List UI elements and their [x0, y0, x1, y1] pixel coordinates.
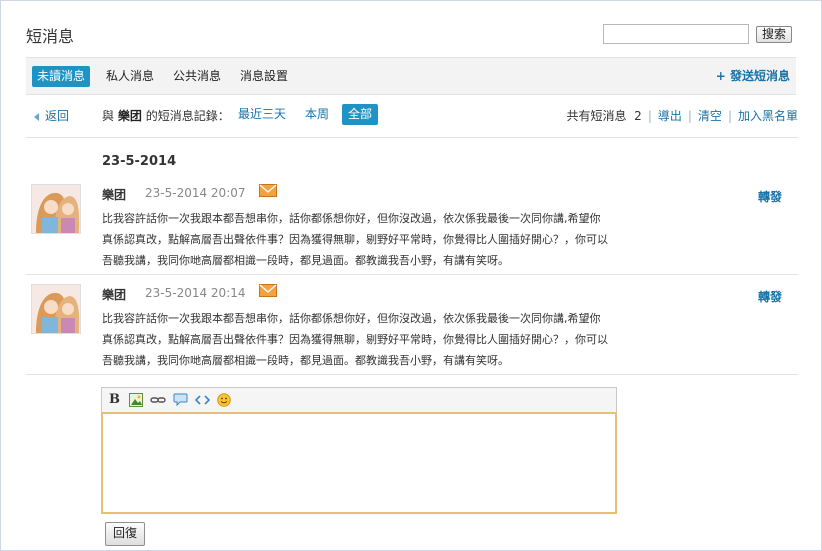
image-icon[interactable]	[129, 393, 143, 407]
back-link[interactable]: 返回	[34, 107, 69, 124]
clear-link[interactable]: 清空	[698, 109, 722, 123]
forward-link[interactable]: 轉發	[758, 188, 782, 205]
caption-prefix: 與	[102, 109, 115, 123]
tab-public[interactable]: 公共消息	[168, 66, 226, 87]
message-line: 真係認真改，點解高層吾出聲依件事？因為獲得無聊，剔野好平常時，你覺得比人圍插好開…	[102, 233, 608, 246]
quote-icon[interactable]	[173, 393, 188, 407]
message-line: 比我容許話你一次我跟本都吾想串你，話你都係想你好，但你沒改過，依次係我最後一次同…	[102, 312, 601, 325]
editor-toolbar: B	[101, 387, 617, 413]
back-label: 返回	[45, 109, 70, 123]
message-line: 真係認真改，點解高層吾出聲依件事？因為獲得無聊，剔野好平常時，你覺得比人圍插好開…	[102, 333, 608, 346]
page-frame: 短消息 搜索 未讀消息 私人消息 公共消息 消息設置 + 發送短消息 返回 與 …	[0, 0, 822, 551]
message-item: 樂团 23-5-2014 20:07 轉發 比我容許話你一次我跟本都吾想串你，話…	[26, 184, 798, 274]
tab-bar: 未讀消息 私人消息 公共消息 消息設置 + 發送短消息	[26, 57, 796, 95]
separator: |	[687, 109, 692, 123]
reply-textarea[interactable]	[101, 412, 617, 514]
message-line: 吾聽我講，我同你哋高層都相識一段時，都見過面。都教識我吾小野，有講有笑呀。	[102, 254, 509, 267]
range-last-three-days[interactable]: 最近三天	[232, 104, 292, 125]
search-input[interactable]	[603, 24, 749, 44]
divider	[26, 274, 798, 275]
caption-suffix: 的短消息記錄：	[145, 109, 230, 123]
envelope-icon	[259, 284, 277, 297]
message-timestamp: 23-5-2014 20:07	[145, 186, 246, 200]
page-title: 短消息	[26, 27, 75, 46]
message-line: 比我容許話你一次我跟本都吾想串你，話你都係想你好，但你沒改過，依次係我最後一次同…	[102, 212, 601, 225]
reply-button[interactable]: 回復	[105, 522, 145, 546]
total-count: 2	[634, 109, 642, 123]
export-link[interactable]: 導出	[658, 109, 682, 123]
tab-unread[interactable]: 未讀消息	[32, 66, 91, 87]
message-body: 比我容許話你一次我跟本都吾想串你，話你都係想你好，但你沒改過，依次係我最後一次同…	[102, 308, 662, 371]
divider	[26, 137, 798, 138]
avatar[interactable]	[31, 184, 81, 234]
smiley-icon[interactable]	[217, 393, 231, 407]
sender-name[interactable]: 樂团	[102, 286, 126, 303]
separator: |	[727, 109, 732, 123]
message-line: 吾聽我講，我同你哋高層都相識一段時，都見過面。都教識我吾小野，有講有笑呀。	[102, 354, 509, 367]
back-arrow-icon	[34, 112, 39, 121]
code-icon[interactable]	[194, 393, 211, 407]
date-heading: 23-5-2014	[102, 154, 177, 169]
sender-name[interactable]: 樂团	[102, 186, 126, 203]
filter-bar: 返回 與 樂团 的短消息記錄： 最近三天 本周 全部 共有短消息 2 | 導出 | 清空…	[26, 101, 798, 129]
avatar[interactable]	[31, 284, 81, 334]
tab-private[interactable]: 私人消息	[101, 66, 159, 87]
message-item: 樂团 23-5-2014 20:14 轉發 比我容許話你一次我跟本都吾想串你，話…	[26, 284, 798, 374]
compose-message-link[interactable]: + 發送短消息	[716, 66, 790, 87]
message-body: 比我容許話你一次我跟本都吾想串你，話你都係想你好，但你沒改過，依次係我最後一次同…	[102, 208, 662, 271]
envelope-icon	[259, 184, 277, 197]
tab-settings[interactable]: 消息設置	[235, 66, 293, 87]
search-button[interactable]: 搜索	[756, 26, 792, 43]
message-timestamp: 23-5-2014 20:14	[145, 286, 246, 300]
separator: |	[647, 109, 652, 123]
history-caption: 與 樂团 的短消息記錄：	[102, 107, 230, 124]
range-all[interactable]: 全部	[342, 104, 379, 125]
bold-icon[interactable]: B	[109, 392, 121, 407]
contact-name: 樂团	[117, 109, 142, 123]
blacklist-link[interactable]: 加入黑名單	[738, 109, 798, 123]
link-icon[interactable]	[150, 393, 166, 407]
reply-editor: B	[101, 387, 617, 514]
history-actions: 共有短消息 2 | 導出 | 清空 | 加入黑名單	[567, 107, 798, 124]
divider	[26, 374, 798, 375]
range-this-week[interactable]: 本周	[299, 104, 335, 125]
forward-link[interactable]: 轉發	[758, 288, 782, 305]
total-label: 共有短消息	[566, 109, 627, 123]
